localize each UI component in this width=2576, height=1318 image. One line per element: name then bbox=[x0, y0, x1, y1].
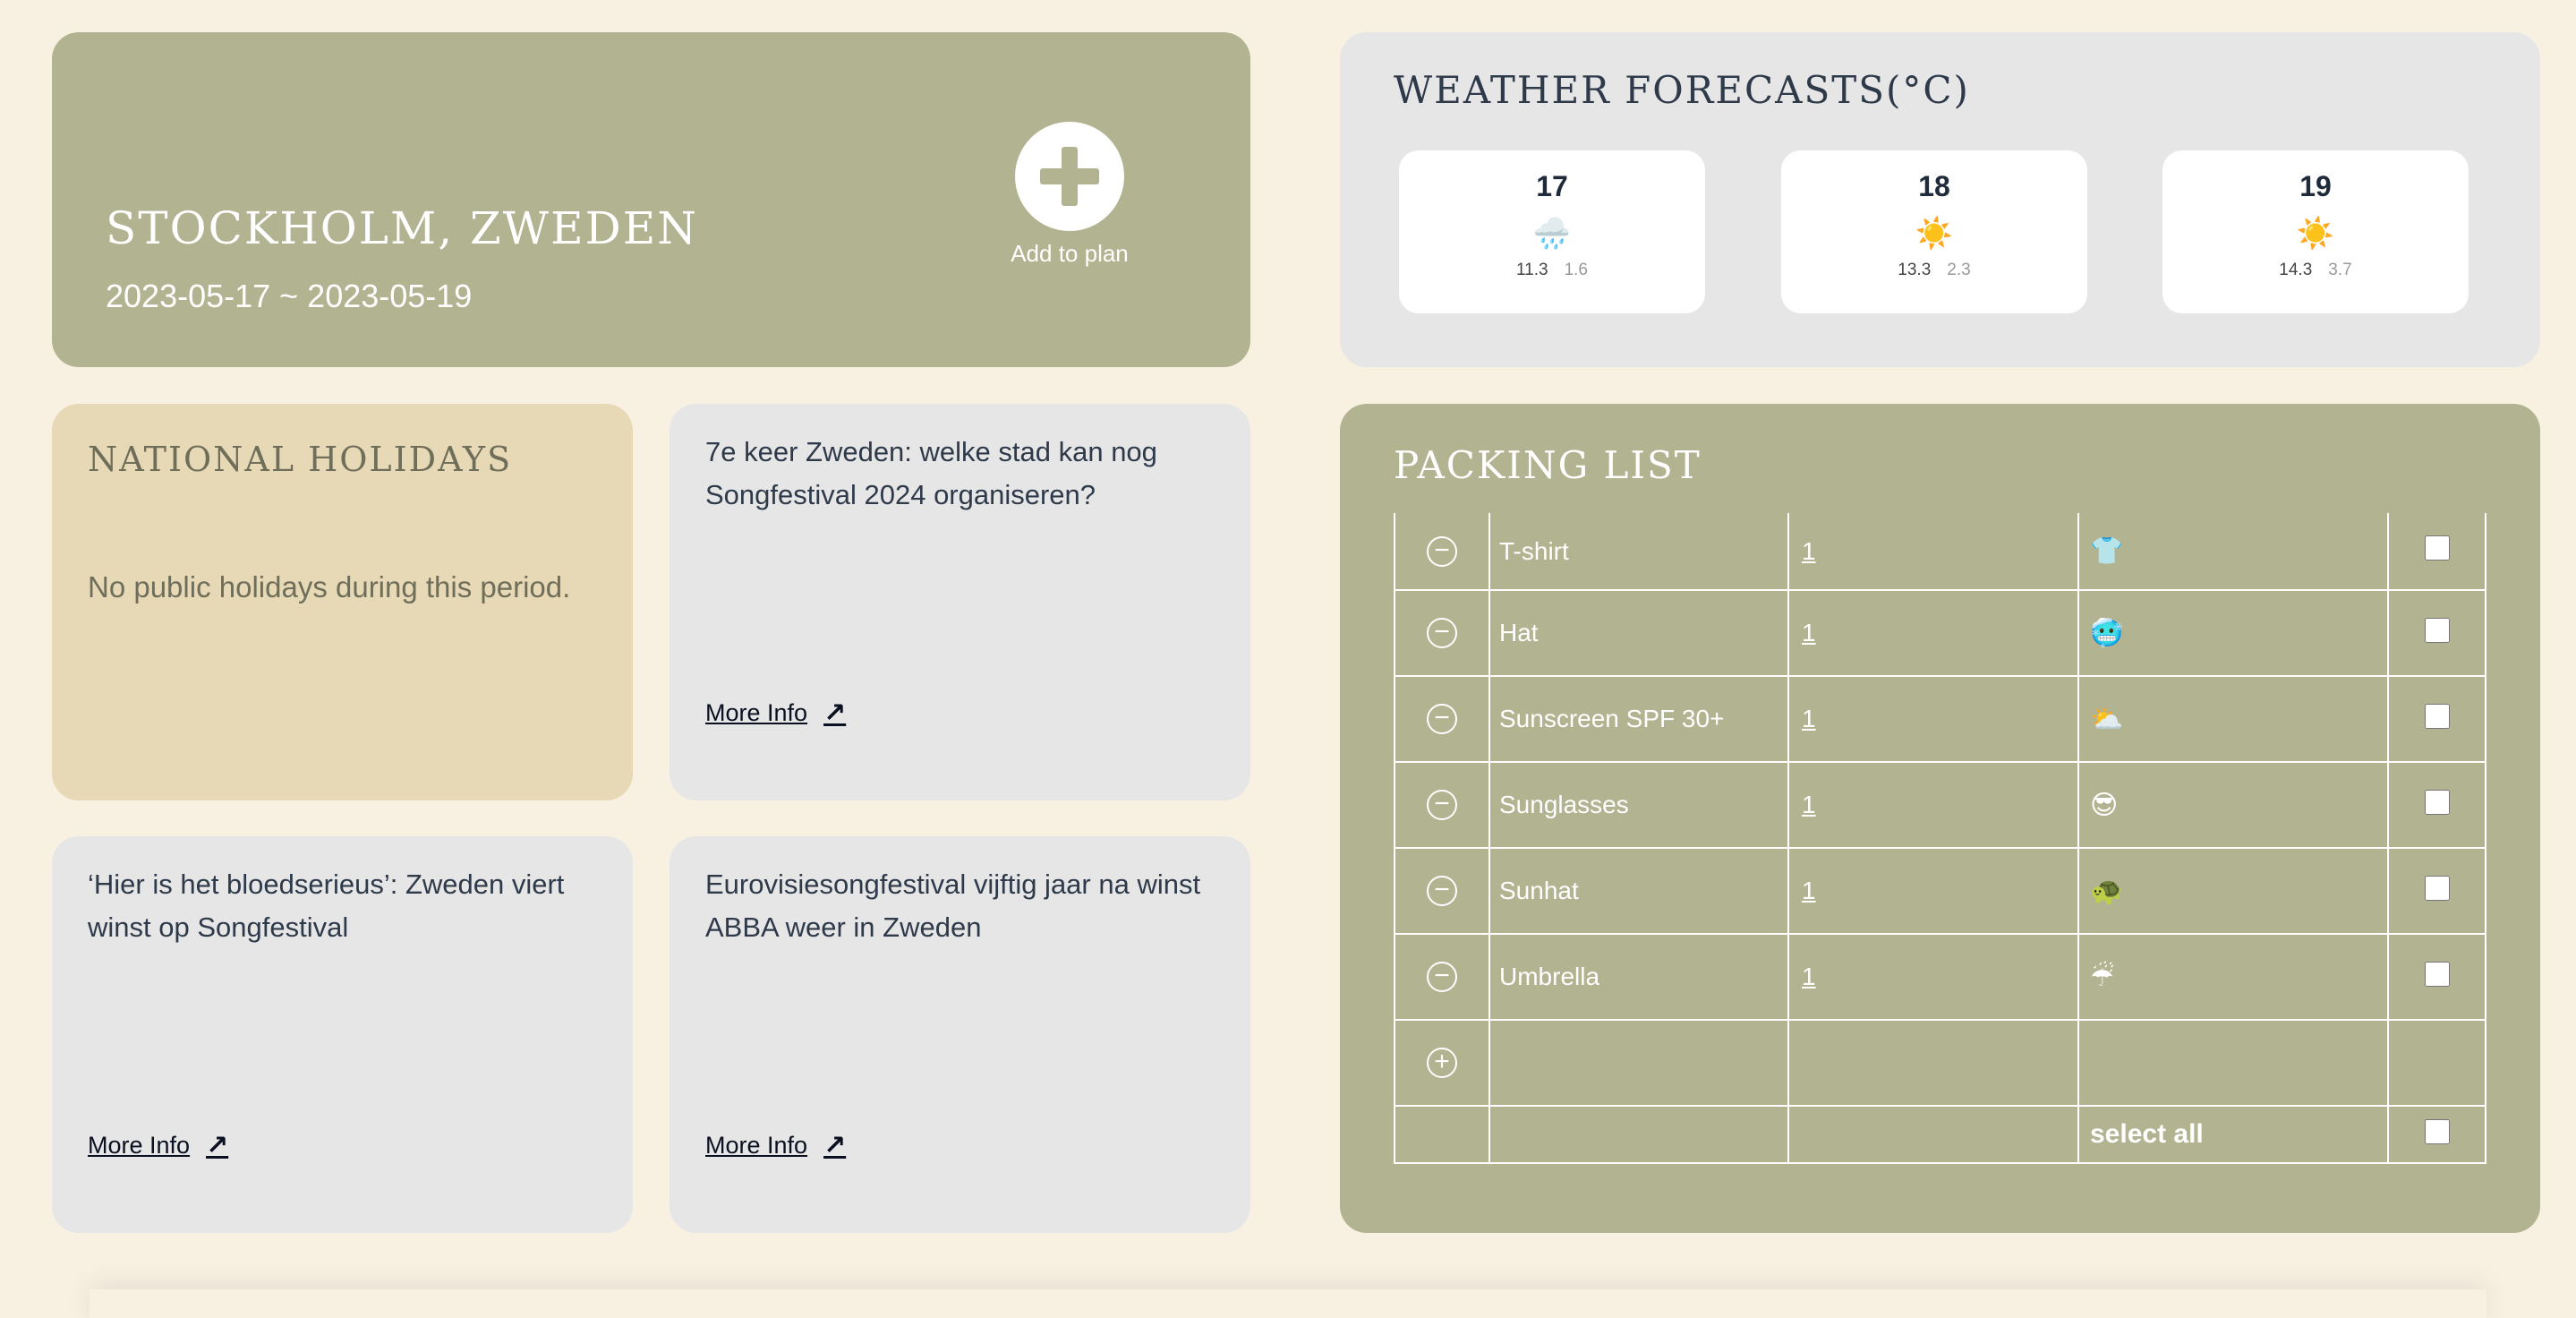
item-checkbox[interactable] bbox=[2424, 617, 2450, 643]
item-name[interactable]: T-shirt bbox=[1488, 513, 1789, 591]
remove-item-icon[interactable]: − bbox=[1427, 790, 1457, 820]
item-name[interactable]: Sunglasses bbox=[1488, 761, 1789, 849]
news-card: Eurovisiesongfestival vijftig jaar na wi… bbox=[670, 836, 1250, 1233]
sun-icon: ☀️ bbox=[2296, 217, 2335, 251]
item-quantity[interactable]: 1 bbox=[1787, 933, 2079, 1021]
remove-item-icon[interactable]: − bbox=[1427, 876, 1457, 906]
item-checkbox[interactable] bbox=[2424, 535, 2450, 561]
tshirt-icon: 👕 bbox=[2077, 513, 2389, 591]
table-row: − Sunhat 1 🐢 bbox=[1394, 847, 2486, 935]
add-to-plan-button[interactable]: Add to plan bbox=[994, 122, 1146, 268]
weather-day: 19 ☀️ 14.3 3.7 bbox=[2162, 150, 2469, 313]
select-all-row: select all bbox=[1394, 1105, 2486, 1164]
add-item-icon[interactable]: + bbox=[1427, 1048, 1457, 1078]
remove-item-icon[interactable]: − bbox=[1427, 618, 1457, 648]
item-quantity[interactable]: 1 bbox=[1787, 847, 2079, 935]
trip-dates: 2023-05-17 ~ 2023-05-19 bbox=[106, 278, 473, 314]
turtle-icon: 🐢 bbox=[2077, 847, 2389, 935]
item-name[interactable]: Sunscreen SPF 30+ bbox=[1488, 675, 1789, 763]
temp-low: 1.6 bbox=[1564, 261, 1588, 279]
city-card: STOCKHOLM, ZWEDEN 2023-05-17 ~ 2023-05-1… bbox=[52, 32, 1250, 367]
plus-icon[interactable] bbox=[1015, 122, 1124, 231]
table-row: − T-shirt 1 👕 bbox=[1394, 513, 2486, 591]
packing-card: PACKING LIST − T-shirt 1 👕 − Hat 1 🥶 − S… bbox=[1340, 404, 2540, 1233]
item-name[interactable]: Umbrella bbox=[1488, 933, 1789, 1021]
more-info-label: More Info bbox=[705, 699, 808, 726]
weather-title: WEATHER FORECASTS(°C) bbox=[1394, 68, 1970, 112]
more-info-link[interactable]: More Info ↗ bbox=[705, 698, 846, 729]
item-name[interactable]: Hat bbox=[1488, 589, 1789, 677]
more-info-link[interactable]: More Info ↗ bbox=[88, 1130, 228, 1161]
sunglasses-face-icon: 😎 bbox=[2077, 761, 2389, 849]
more-info-label: More Info bbox=[88, 1132, 191, 1159]
remove-item-icon[interactable]: − bbox=[1427, 535, 1457, 567]
remove-item-icon[interactable]: − bbox=[1427, 704, 1457, 734]
arrow-up-right-icon: ↗ bbox=[206, 1131, 229, 1160]
select-all-checkbox[interactable] bbox=[2424, 1118, 2450, 1144]
new-item-name[interactable] bbox=[1488, 1019, 1789, 1107]
table-row: − Sunglasses 1 😎 bbox=[1394, 761, 2486, 849]
cold-face-icon: 🥶 bbox=[2077, 589, 2389, 677]
item-name[interactable]: Sunhat bbox=[1488, 847, 1789, 935]
item-checkbox[interactable] bbox=[2424, 789, 2450, 815]
packing-table: − T-shirt 1 👕 − Hat 1 🥶 − Sunscreen SPF … bbox=[1394, 513, 2486, 1164]
new-item-icon-cell bbox=[2077, 1019, 2389, 1107]
sun-icon: ☀️ bbox=[1915, 217, 1954, 251]
weather-day: 17 🌧️ 11.3 1.6 bbox=[1399, 150, 1705, 313]
arrow-up-right-icon: ↗ bbox=[823, 698, 847, 728]
item-quantity[interactable]: 1 bbox=[1787, 513, 2079, 591]
item-quantity[interactable]: 1 bbox=[1787, 589, 2079, 677]
item-quantity[interactable]: 1 bbox=[1787, 675, 2079, 763]
temp-high: 11.3 bbox=[1516, 261, 1548, 279]
more-info-link[interactable]: More Info ↗ bbox=[705, 1130, 846, 1161]
news-headline: ‘Hier is het bloedserieus’: Zweden viert… bbox=[88, 869, 565, 943]
select-all-label: select all bbox=[2077, 1105, 2389, 1164]
add-to-plan-label: Add to plan bbox=[1011, 240, 1129, 267]
more-info-label: More Info bbox=[705, 1132, 808, 1159]
new-item-check-cell bbox=[2387, 1019, 2486, 1107]
temp-high: 13.3 bbox=[1898, 261, 1932, 279]
weather-card: WEATHER FORECASTS(°C) 17 🌧️ 11.3 1.6 18 ☀… bbox=[1340, 32, 2540, 367]
temp-low: 3.7 bbox=[2328, 261, 2352, 279]
holidays-text: No public holidays during this period. bbox=[88, 570, 571, 603]
temp-low: 2.3 bbox=[1947, 261, 1971, 279]
item-quantity[interactable]: 1 bbox=[1787, 761, 2079, 849]
packing-title: PACKING LIST bbox=[1394, 443, 1702, 487]
holidays-card: NATIONAL HOLIDAYS No public holidays dur… bbox=[52, 404, 633, 800]
news-headline: 7e keer Zweden: welke stad kan nog Songf… bbox=[705, 436, 1157, 510]
news-card: 7e keer Zweden: welke stad kan nog Songf… bbox=[670, 404, 1250, 800]
add-item-row: + bbox=[1394, 1019, 2486, 1107]
item-checkbox[interactable] bbox=[2424, 703, 2450, 729]
news-headline: Eurovisiesongfestival vijftig jaar na wi… bbox=[705, 869, 1201, 943]
table-row: − Sunscreen SPF 30+ 1 ⛅ bbox=[1394, 675, 2486, 763]
holidays-title: NATIONAL HOLIDAYS bbox=[88, 440, 513, 479]
item-checkbox[interactable] bbox=[2424, 961, 2450, 987]
news-card: ‘Hier is het bloedserieus’: Zweden viert… bbox=[52, 836, 633, 1233]
item-checkbox[interactable] bbox=[2424, 875, 2450, 901]
rain-cloud-icon: 🌧️ bbox=[1532, 217, 1572, 251]
city-title: STOCKHOLM, ZWEDEN bbox=[106, 202, 698, 254]
bottom-shadow bbox=[90, 1289, 2486, 1318]
weather-date: 19 bbox=[2299, 170, 2332, 202]
table-row: − Hat 1 🥶 bbox=[1394, 589, 2486, 677]
new-item-quantity[interactable] bbox=[1787, 1019, 2079, 1107]
sun-behind-cloud-icon: ⛅ bbox=[2077, 675, 2389, 763]
arrow-up-right-icon: ↗ bbox=[823, 1131, 847, 1160]
weather-date: 18 bbox=[1918, 170, 1950, 202]
remove-item-icon[interactable]: − bbox=[1427, 962, 1457, 992]
weather-date: 17 bbox=[1536, 170, 1568, 202]
weather-day: 18 ☀️ 13.3 2.3 bbox=[1781, 150, 2087, 313]
temp-high: 14.3 bbox=[2279, 261, 2313, 279]
umbrella-rain-icon: ☔ bbox=[2077, 933, 2389, 1021]
table-row: − Umbrella 1 ☔ bbox=[1394, 933, 2486, 1021]
